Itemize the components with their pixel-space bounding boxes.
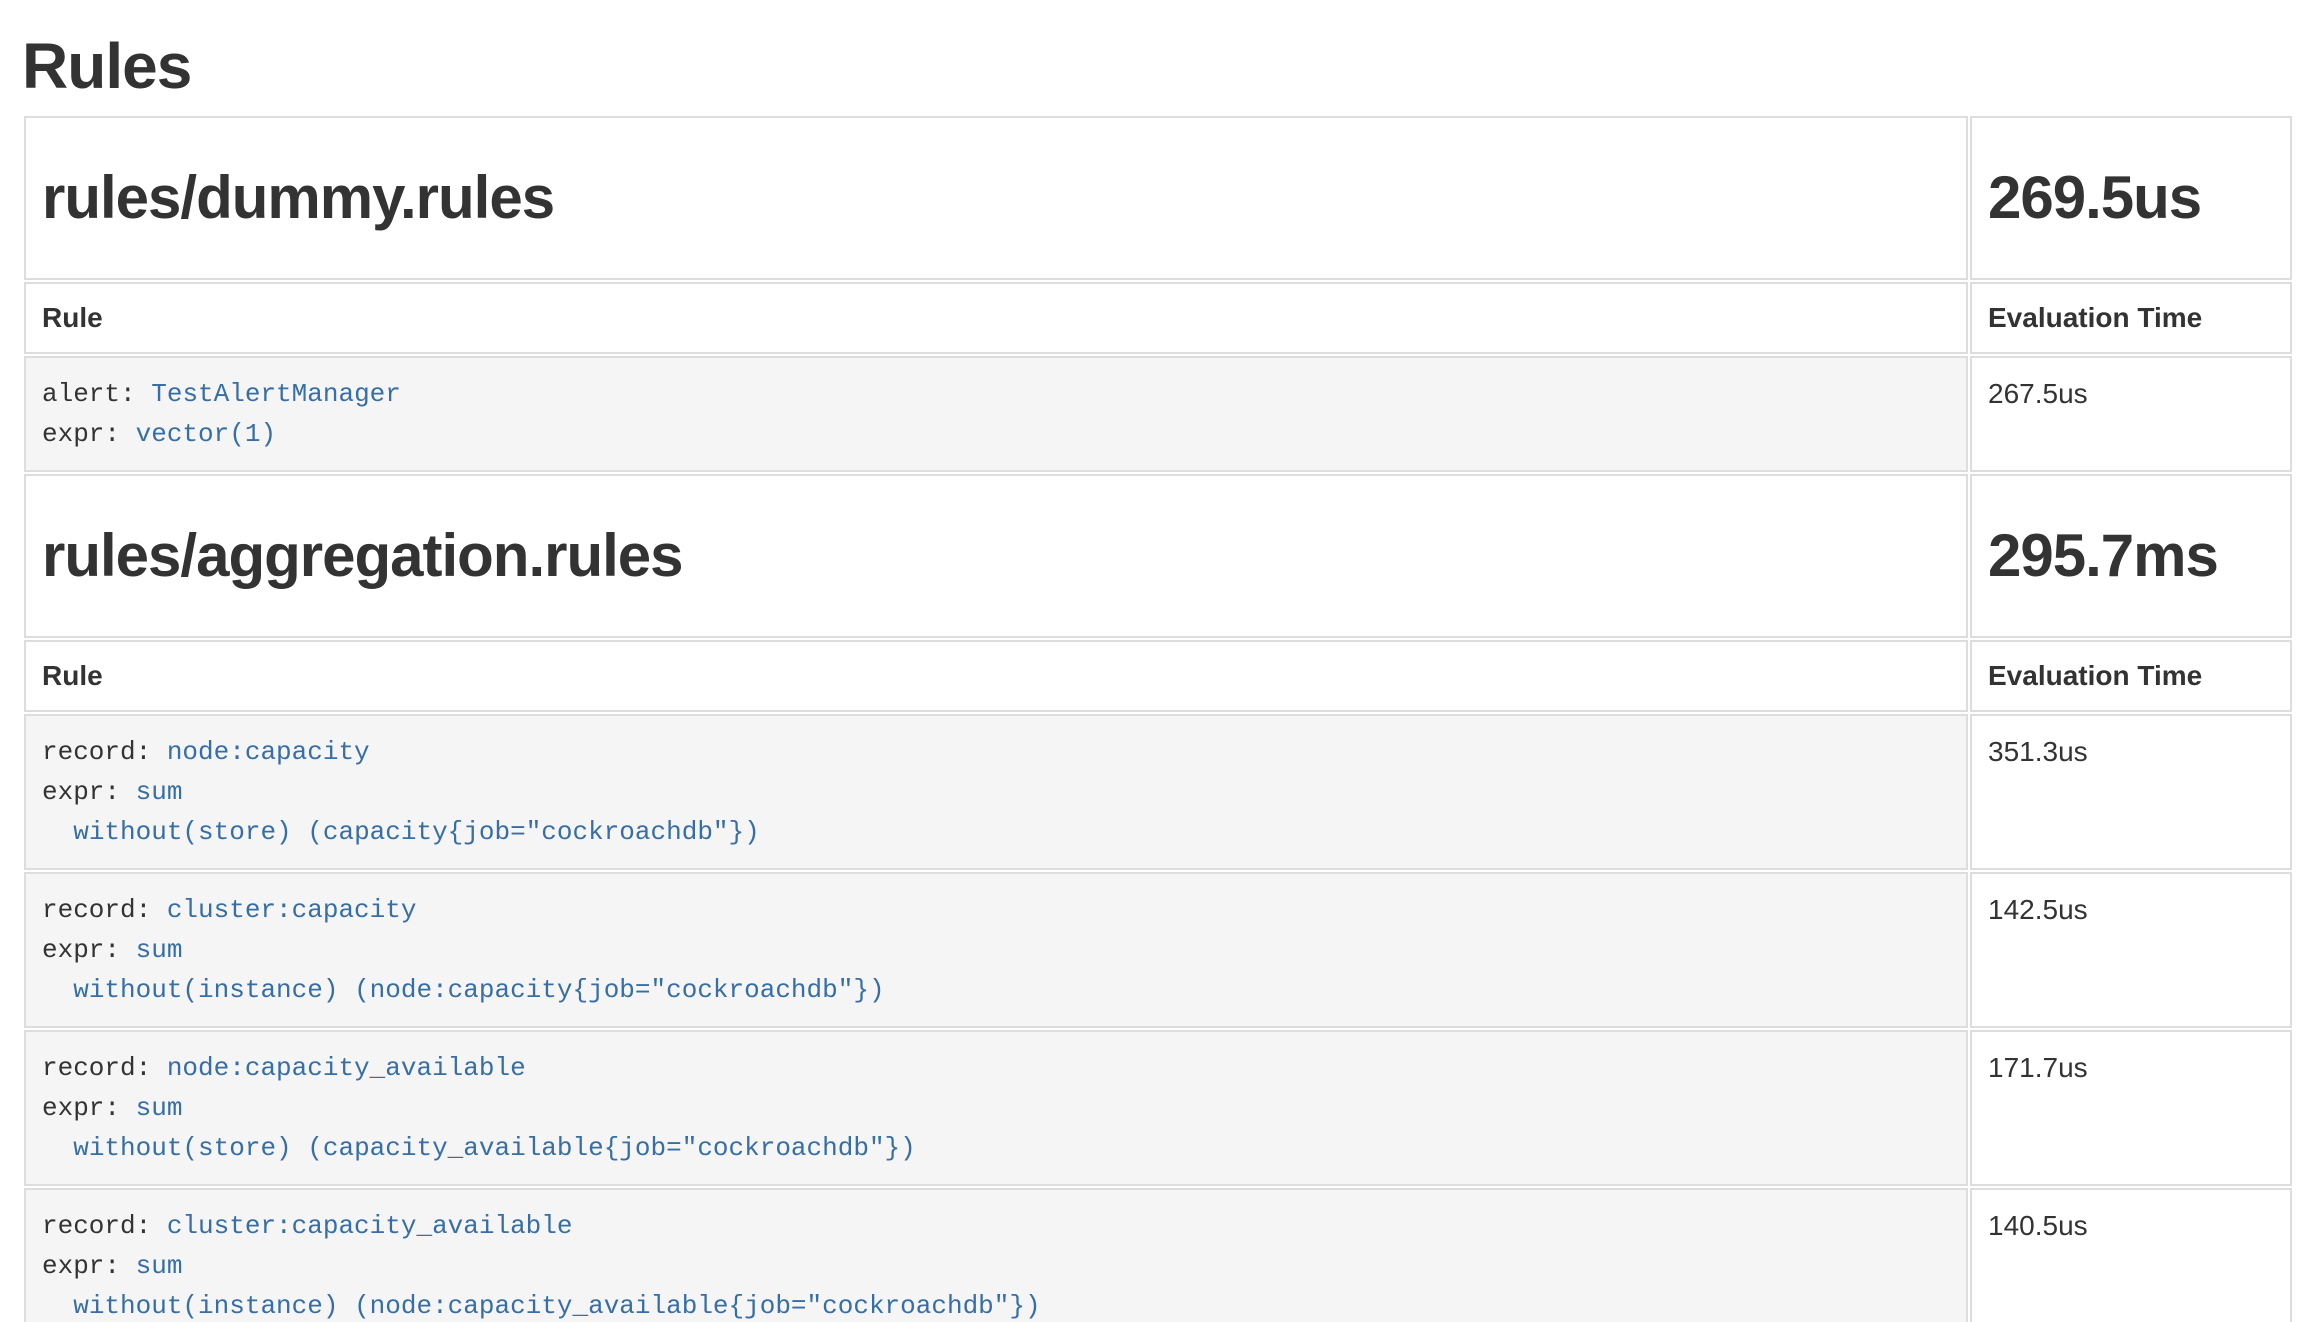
rule-cell: record: node:capacity_available expr: su… <box>24 1030 1968 1186</box>
rule-cell: record: node:capacity expr: sum without(… <box>24 714 1968 870</box>
rule-cell: record: cluster:capacity_available expr:… <box>24 1188 1968 1322</box>
rule-kind-keyword: record: <box>42 895 151 925</box>
rule-row: record: cluster:capacity expr: sum witho… <box>24 872 2292 1028</box>
rule-eval-time: 171.7us <box>1970 1030 2292 1186</box>
column-header-row: RuleEvaluation Time <box>24 282 2292 354</box>
expr-keyword: expr: <box>42 1093 120 1123</box>
record-name-link[interactable]: cluster:capacity_available <box>167 1211 573 1241</box>
rule-eval-time: 140.5us <box>1970 1188 2292 1322</box>
rules-table: rules/dummy.rules269.5usRuleEvaluation T… <box>22 114 2294 1322</box>
rule-group-file: rules/dummy.rules <box>42 158 1950 238</box>
rule-group-file-cell: rules/aggregation.rules <box>24 474 1968 638</box>
record-name-link[interactable]: node:capacity_available <box>167 1053 526 1083</box>
rule-row: alert: TestAlertManager expr: vector(1)2… <box>24 356 2292 472</box>
rule-kind-keyword: record: <box>42 1211 151 1241</box>
expr-keyword: expr: <box>42 419 120 449</box>
rule-expr-link[interactable]: sum without(store) (capacity_available{j… <box>42 1093 916 1163</box>
eval-time-column-header: Evaluation Time <box>1970 640 2292 712</box>
column-header-row: RuleEvaluation Time <box>24 640 2292 712</box>
rule-group-file-cell: rules/dummy.rules <box>24 116 1968 280</box>
rule-row: record: node:capacity_available expr: su… <box>24 1030 2292 1186</box>
rule-column-header: Rule <box>24 640 1968 712</box>
rule-kind-keyword: record: <box>42 737 151 767</box>
rule-eval-time: 142.5us <box>1970 872 2292 1028</box>
rule-column-header: Rule <box>24 282 1968 354</box>
rule-cell: alert: TestAlertManager expr: vector(1) <box>24 356 1968 472</box>
rule-expr-link[interactable]: sum without(instance) (node:capacity{job… <box>42 935 885 1005</box>
rule-expr-link[interactable]: sum without(store) (capacity{job="cockro… <box>42 777 760 847</box>
rule-group-eval-time: 269.5us <box>1988 158 2274 238</box>
rule-row: record: node:capacity expr: sum without(… <box>24 714 2292 870</box>
rule-expr-link[interactable]: vector(1) <box>136 419 276 449</box>
rule-group-header-row: rules/aggregation.rules 295.7ms <box>24 474 2292 638</box>
page-title: Rules <box>22 28 2294 104</box>
alert-name-link[interactable]: TestAlertManager <box>151 379 401 409</box>
rules-table-body: rules/dummy.rules269.5usRuleEvaluation T… <box>24 116 2292 1322</box>
expr-keyword: expr: <box>42 1251 120 1281</box>
rule-row: record: cluster:capacity_available expr:… <box>24 1188 2292 1322</box>
record-name-link[interactable]: node:capacity <box>167 737 370 767</box>
expr-keyword: expr: <box>42 777 120 807</box>
rule-group-eval-time-cell: 269.5us <box>1970 116 2292 280</box>
rule-expr-link[interactable]: sum without(instance) (node:capacity_ava… <box>42 1251 1041 1321</box>
rule-eval-time: 351.3us <box>1970 714 2292 870</box>
rule-group-eval-time-cell: 295.7ms <box>1970 474 2292 638</box>
rule-cell: record: cluster:capacity expr: sum witho… <box>24 872 1968 1028</box>
rule-group-file: rules/aggregation.rules <box>42 516 1950 596</box>
rule-kind-keyword: alert: <box>42 379 136 409</box>
eval-time-column-header: Evaluation Time <box>1970 282 2292 354</box>
record-name-link[interactable]: cluster:capacity <box>167 895 417 925</box>
rule-kind-keyword: record: <box>42 1053 151 1083</box>
rule-group-eval-time: 295.7ms <box>1988 516 2274 596</box>
rules-page: Rules rules/dummy.rules269.5usRuleEvalua… <box>0 0 2316 1322</box>
rule-eval-time: 267.5us <box>1970 356 2292 472</box>
rule-group-header-row: rules/dummy.rules 269.5us <box>24 116 2292 280</box>
expr-keyword: expr: <box>42 935 120 965</box>
